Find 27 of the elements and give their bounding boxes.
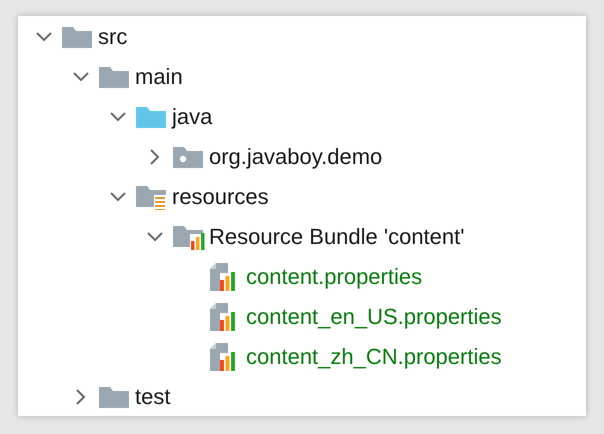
bundle-folder-icon xyxy=(173,224,205,250)
tree-item-label[interactable]: src xyxy=(98,26,128,48)
tree-item-label[interactable]: java xyxy=(172,106,212,128)
tree-item-label[interactable]: content_zh_CN.properties xyxy=(246,346,502,368)
chevron-down-icon[interactable] xyxy=(110,192,126,202)
chevron-right-icon[interactable] xyxy=(150,149,160,165)
chevron-down-icon[interactable] xyxy=(73,72,89,82)
tree-item-label[interactable]: content.properties xyxy=(246,266,422,288)
tree-item-label[interactable]: resources xyxy=(172,186,269,208)
resource-folder-icon xyxy=(136,184,166,210)
chevron-right-icon[interactable] xyxy=(76,389,86,405)
chevron-down-icon[interactable] xyxy=(110,112,126,122)
folder-icon xyxy=(99,65,129,89)
folder-icon xyxy=(62,25,92,49)
properties-file-icon xyxy=(210,263,236,291)
chevron-down-icon[interactable] xyxy=(36,32,52,42)
tree-item-label[interactable]: org.javaboy.demo xyxy=(209,146,382,168)
chevron-down-icon[interactable] xyxy=(147,232,163,242)
tree-item-label[interactable]: content_en_US.properties xyxy=(246,306,502,328)
tree-item-label[interactable]: Resource Bundle 'content' xyxy=(209,226,464,248)
tree-item-label[interactable]: test xyxy=(135,386,170,408)
folder-icon xyxy=(99,385,129,409)
properties-file-icon xyxy=(210,303,236,331)
properties-file-icon xyxy=(210,343,236,371)
tree-item-label[interactable]: main xyxy=(135,66,183,88)
folder-icon xyxy=(136,105,166,129)
package-folder-icon xyxy=(173,145,203,169)
